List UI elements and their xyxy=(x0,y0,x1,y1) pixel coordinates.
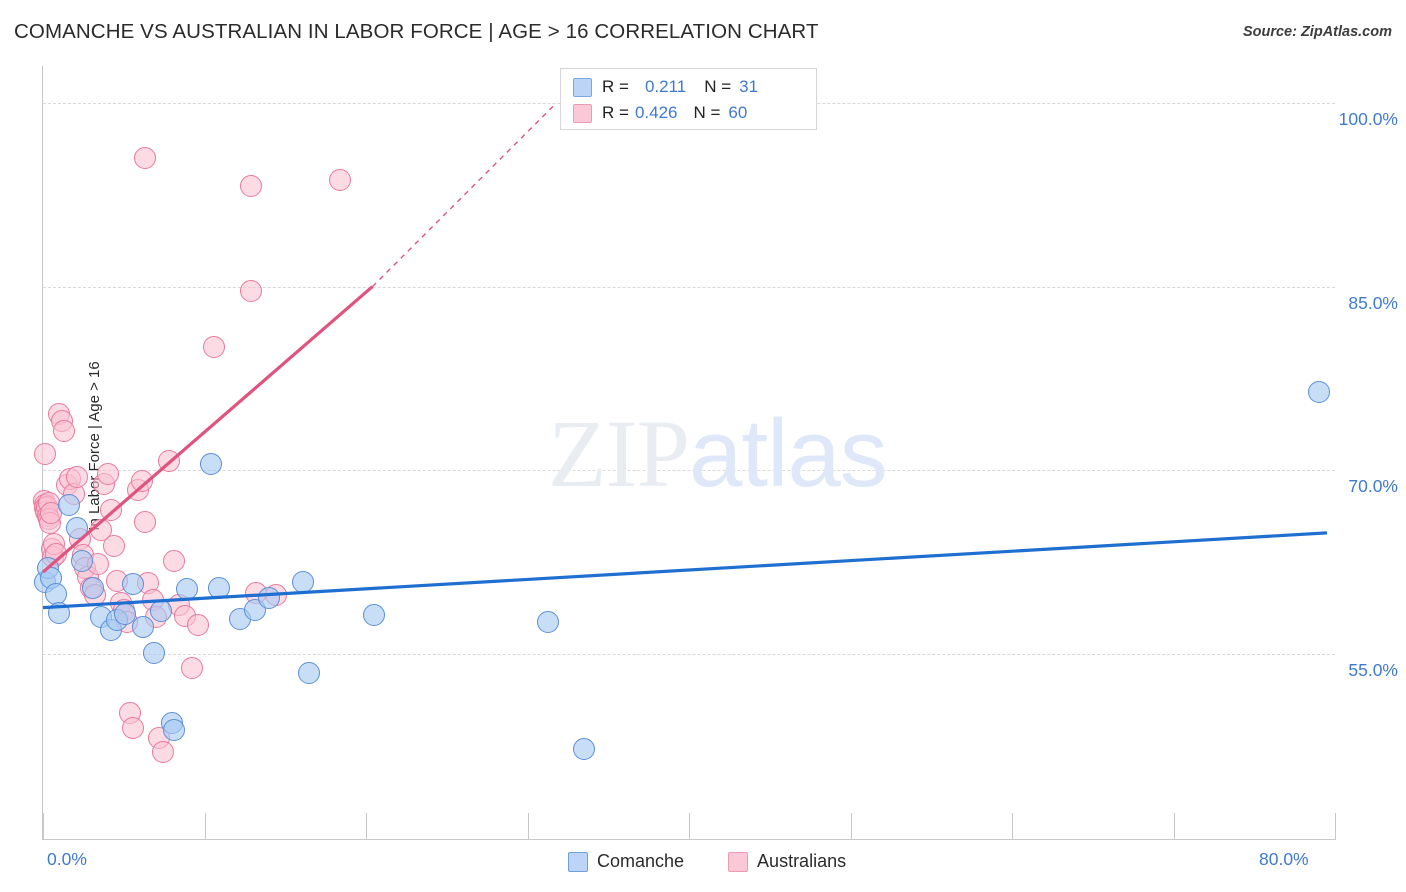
gridline-y xyxy=(43,286,1335,288)
scatter-point xyxy=(133,510,156,533)
x-tick-label: 80.0% xyxy=(1259,849,1309,869)
stats-swatch-australians xyxy=(573,103,592,123)
scatter-point xyxy=(573,737,596,760)
scatter-point xyxy=(130,470,153,493)
x-axis-line xyxy=(42,839,1336,840)
x-tick-mark xyxy=(1335,813,1336,839)
legend-swatch-australians xyxy=(728,851,749,872)
legend-item-comanche[interactable]: Comanche xyxy=(568,851,684,872)
scatter-point xyxy=(65,516,88,539)
y-tick-label: 55.0% xyxy=(1348,660,1398,681)
gridline-y xyxy=(43,654,1335,656)
stats-row-australians: R = 0.426 N = 60 xyxy=(573,100,806,126)
stats-swatch-comanche xyxy=(573,77,592,97)
x-tick-mark xyxy=(527,813,529,839)
scatter-point xyxy=(240,175,263,198)
scatter-point xyxy=(258,586,281,609)
x-tick-mark xyxy=(43,813,44,839)
scatter-point xyxy=(203,335,226,358)
plot-area xyxy=(32,66,1335,838)
series-legend: Comanche Australians xyxy=(568,851,846,872)
scatter-point xyxy=(180,656,203,679)
scatter-point xyxy=(157,449,180,472)
scatter-point xyxy=(149,600,172,623)
source-attribution: Source: ZipAtlas.com xyxy=(1242,24,1392,40)
scatter-point xyxy=(162,550,185,573)
legend-label-comanche: Comanche xyxy=(597,851,685,871)
scatter-point xyxy=(240,280,263,303)
scatter-point xyxy=(122,573,145,596)
x-tick-mark xyxy=(1173,813,1175,839)
stats-r-label-comanche: R = xyxy=(602,77,629,96)
scatter-point xyxy=(57,493,80,516)
scatter-point xyxy=(82,577,105,600)
y-tick-label: 70.0% xyxy=(1348,476,1398,497)
correlation-stats-box: R = 0.211 N = 31 R = 0.426 N = 60 xyxy=(560,68,817,130)
legend-swatch-comanche xyxy=(568,851,588,872)
x-tick-label: 0.0% xyxy=(47,849,87,869)
stats-n-value-australians: 60 xyxy=(728,103,748,122)
scatter-point xyxy=(187,613,210,636)
scatter-point xyxy=(175,578,198,601)
scatter-point xyxy=(1307,380,1330,403)
legend-item-australians[interactable]: Australians xyxy=(728,851,846,872)
scatter-point xyxy=(199,453,222,476)
x-tick-mark xyxy=(689,813,690,839)
scatter-point xyxy=(143,641,166,664)
stats-r-value-comanche: 0.211 xyxy=(644,77,687,96)
stats-r-label-australians: R = xyxy=(602,103,629,122)
scatter-point xyxy=(52,420,75,443)
x-tick-mark xyxy=(1012,813,1013,839)
stats-r-value-australians: 0.426 xyxy=(634,103,678,122)
scatter-point xyxy=(133,146,156,169)
y-tick-label: 100.0% xyxy=(1338,108,1398,129)
scatter-point xyxy=(132,616,155,639)
chart-root: COMANCHE VS AUSTRALIAN IN LABOR FORCE | … xyxy=(0,0,1406,892)
scatter-point xyxy=(162,719,185,742)
stats-row-comanche: R = 0.211 N = 31 xyxy=(573,74,806,100)
scatter-point xyxy=(292,570,314,593)
legend-label-australians: Australians xyxy=(757,851,847,871)
stats-n-label-australians: N = xyxy=(693,103,721,122)
scatter-point xyxy=(103,535,126,558)
scatter-point xyxy=(96,463,119,486)
scatter-point xyxy=(208,577,231,600)
scatter-point xyxy=(298,661,321,684)
scatter-point xyxy=(329,168,352,191)
scatter-point xyxy=(99,498,122,521)
scatter-point xyxy=(33,443,56,466)
x-tick-mark xyxy=(204,813,206,839)
scatter-point xyxy=(65,465,88,488)
scatter-point xyxy=(537,611,560,634)
scatter-point xyxy=(70,550,93,573)
stats-n-label-comanche: N = xyxy=(704,77,732,96)
stats-n-value-comanche: 31 xyxy=(739,77,759,96)
x-tick-mark xyxy=(850,813,852,839)
scatter-point xyxy=(122,716,145,739)
page-title: COMANCHE VS AUSTRALIAN IN LABOR FORCE | … xyxy=(14,20,819,43)
scatter-point xyxy=(48,601,71,624)
gridline-y xyxy=(43,470,1335,472)
scatter-point xyxy=(151,741,174,764)
scatter-point xyxy=(363,603,386,626)
x-tick-mark xyxy=(366,813,367,839)
y-tick-label: 85.0% xyxy=(1348,292,1398,313)
